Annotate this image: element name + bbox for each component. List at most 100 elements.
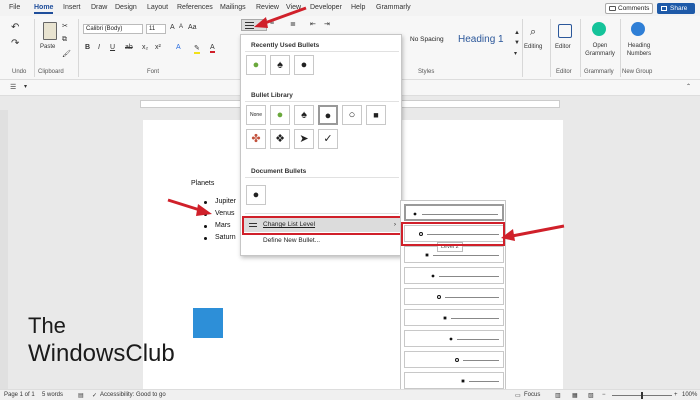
underline-icon[interactable]: U: [110, 44, 115, 51]
subscript-icon[interactable]: x₂: [142, 44, 148, 51]
font-color-icon[interactable]: A: [210, 44, 215, 53]
paste-icon[interactable]: [43, 22, 57, 40]
proofing-icon[interactable]: ▤: [78, 392, 84, 399]
recent-bullet-green-dot[interactable]: ●: [246, 55, 266, 75]
bullet-diamond-cluster[interactable]: ❖: [270, 129, 290, 149]
zoom-in-icon[interactable]: +: [674, 392, 678, 398]
separator: [522, 19, 523, 77]
redo-icon[interactable]: ↷: [11, 38, 19, 49]
cut-icon[interactable]: ✂: [62, 22, 68, 30]
share-button[interactable]: Share: [657, 3, 695, 14]
level-bullet-icon: [413, 212, 417, 216]
bullet-hollow-circle[interactable]: ○: [342, 105, 362, 125]
tab-developer[interactable]: Developer: [310, 4, 342, 11]
tab-layout[interactable]: Layout: [147, 4, 168, 11]
grow-font-icon[interactable]: A: [170, 24, 175, 31]
vertical-ruler[interactable]: [0, 110, 8, 390]
print-layout-icon[interactable]: ▦: [572, 392, 578, 399]
list-level-5[interactable]: [404, 288, 504, 305]
tab-file[interactable]: File: [9, 4, 20, 11]
tab-home[interactable]: Home: [34, 4, 54, 14]
web-layout-icon[interactable]: ▧: [588, 392, 594, 399]
level-bullet-icon: [449, 337, 453, 341]
editor-button[interactable]: Editor: [555, 44, 571, 50]
editor-icon[interactable]: [558, 24, 572, 38]
list-level-4[interactable]: [404, 267, 504, 284]
zoom-thumb[interactable]: [641, 392, 643, 399]
format-painter-icon[interactable]: 🖌: [62, 50, 71, 58]
bullet-none[interactable]: None: [246, 105, 266, 125]
tab-mailings[interactable]: Mailings: [220, 4, 246, 11]
recent-bullet-dot[interactable]: ●: [294, 55, 314, 75]
accessibility-status[interactable]: Accessibility: Good to go: [100, 392, 166, 398]
paste-button[interactable]: Paste: [40, 44, 55, 50]
bullet-green-dot[interactable]: ●: [270, 105, 290, 125]
recent-bullet-spade[interactable]: ♠: [270, 55, 290, 75]
bullet-checkmark[interactable]: ✓: [318, 129, 338, 149]
separator: [580, 19, 581, 77]
bold-icon[interactable]: B: [85, 44, 90, 51]
highlight-icon[interactable]: ✎: [194, 44, 200, 54]
tab-insert[interactable]: Insert: [63, 4, 81, 11]
undo-icon[interactable]: ↶: [11, 22, 19, 33]
comments-button[interactable]: Comments: [605, 3, 653, 14]
text-effects-icon[interactable]: A: [176, 44, 181, 51]
styles-scroll-down-icon[interactable]: ▼: [514, 40, 520, 46]
italic-icon[interactable]: I: [98, 44, 100, 51]
strikethrough-icon[interactable]: ab: [125, 44, 133, 51]
font-size-select[interactable]: 11: [146, 24, 166, 34]
level-line: [451, 318, 499, 319]
bullet-spade[interactable]: ♠: [294, 105, 314, 125]
tab-draw[interactable]: Draw: [91, 4, 107, 11]
style-heading1[interactable]: Heading 1: [458, 34, 508, 50]
copy-icon[interactable]: ⧉: [62, 36, 67, 44]
accessibility-icon[interactable]: ✓: [92, 392, 97, 399]
list-level-6[interactable]: [404, 309, 504, 326]
list-icon[interactable]: ☰: [10, 83, 16, 91]
tab-design[interactable]: Design: [115, 4, 137, 11]
page-count[interactable]: Page 1 of 1: [4, 392, 35, 398]
styles-more-icon[interactable]: ▾: [514, 50, 517, 57]
styles-scroll-up-icon[interactable]: ▲: [514, 30, 520, 36]
list-level-1[interactable]: [404, 204, 504, 221]
list-level-8[interactable]: [404, 351, 504, 368]
heading-numbers-button[interactable]: Heading Numbers: [622, 42, 656, 58]
tab-help[interactable]: Help: [351, 4, 365, 11]
change-case-icon[interactable]: Aa: [188, 24, 197, 31]
style-no-spacing[interactable]: No Spacing: [410, 36, 452, 50]
font-name-select[interactable]: Calibri (Body): [83, 24, 143, 34]
zoom-slider[interactable]: [612, 392, 672, 399]
tab-references[interactable]: References: [177, 4, 213, 11]
bullet-star-burst[interactable]: ✤: [246, 129, 266, 149]
zoom-out-icon[interactable]: −: [602, 392, 606, 398]
increase-indent-icon[interactable]: ⇥: [324, 20, 330, 28]
superscript-icon[interactable]: x²: [155, 44, 161, 51]
bullet-square[interactable]: ■: [366, 105, 386, 125]
grammarly-icon[interactable]: [592, 22, 606, 36]
bullet-arrowhead[interactable]: ➤: [294, 129, 314, 149]
bullet-filled-circle[interactable]: ●: [318, 105, 338, 125]
editing-search-icon[interactable]: ⌕: [530, 26, 536, 39]
open-grammarly-button[interactable]: Open Grammarly: [583, 42, 617, 58]
comments-label: Comments: [618, 5, 650, 12]
share-label: Share: [670, 5, 688, 12]
decrease-indent-icon[interactable]: ⇤: [310, 20, 316, 28]
word-count[interactable]: 5 words: [42, 392, 63, 398]
focus-label[interactable]: Focus: [524, 392, 540, 398]
document-bullet-dot[interactable]: ●: [246, 185, 266, 205]
grammarly-group-label: Grammarly: [584, 69, 614, 75]
shrink-font-icon[interactable]: A: [179, 24, 183, 30]
tab-grammarly[interactable]: Grammarly: [376, 4, 411, 11]
zoom-level[interactable]: 100%: [682, 392, 697, 398]
editing-button[interactable]: Editing: [524, 44, 542, 50]
read-mode-icon[interactable]: ▥: [555, 392, 561, 399]
collapse-ribbon-icon[interactable]: ⌃: [686, 83, 691, 90]
level-line: [463, 360, 499, 361]
focus-icon[interactable]: ▭: [515, 392, 521, 399]
heading-numbers-icon[interactable]: [631, 22, 645, 36]
list-level-9[interactable]: [404, 372, 504, 389]
define-new-bullet-item[interactable]: Define New Bullet...: [243, 234, 401, 248]
level-line: [445, 297, 499, 298]
customize-icon[interactable]: ▾: [24, 83, 27, 90]
list-level-7[interactable]: [404, 330, 504, 347]
